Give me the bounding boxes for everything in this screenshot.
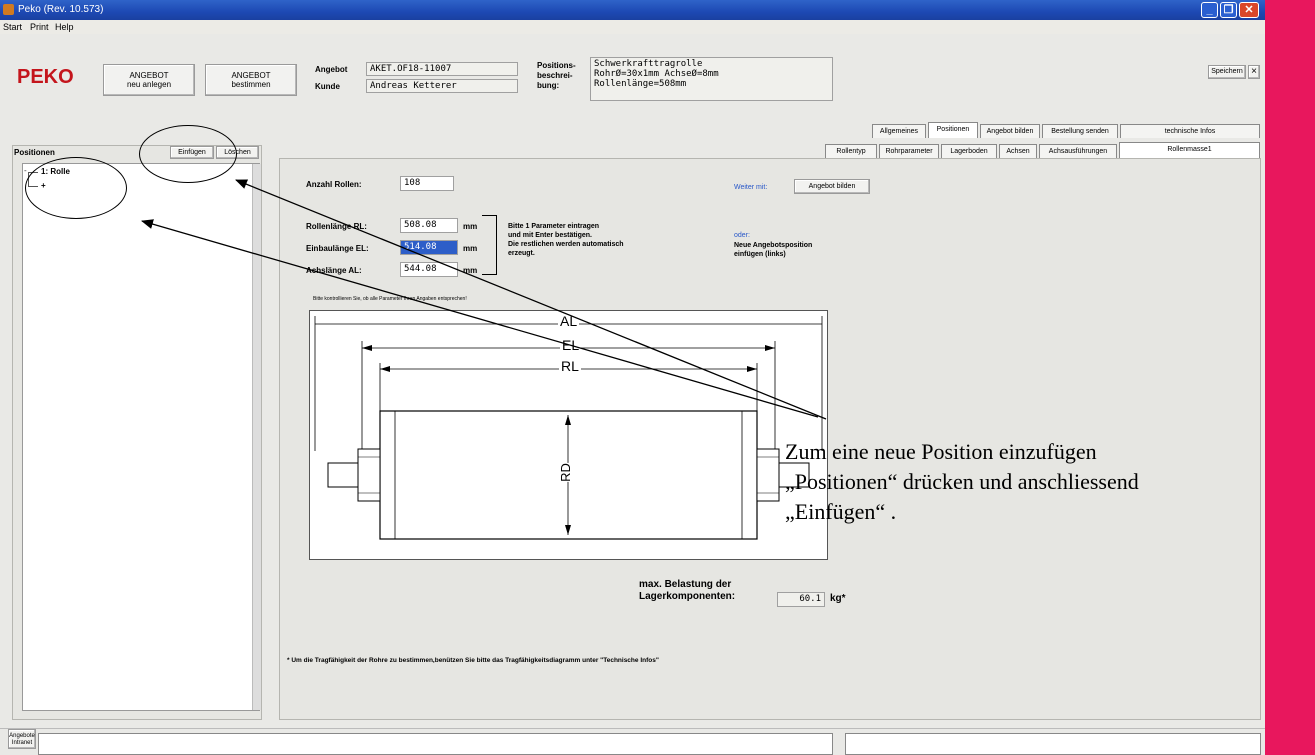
callout-instruction: Zum eine neue Position einzufügen „Posit… (785, 437, 1139, 527)
app-window: Peko (Rev. 10.573) _ ❐ ✕ Start Print Hel… (0, 0, 1265, 755)
annotation-arrows (141, 179, 827, 420)
callout-line-3: „Einfügen“ . (785, 499, 897, 524)
callout-line-2: „Positionen“ drücken und anschliessend (785, 469, 1139, 494)
right-color-bar (1265, 0, 1315, 755)
callout-line-1: Zum eine neue Position einzufügen (785, 439, 1097, 464)
